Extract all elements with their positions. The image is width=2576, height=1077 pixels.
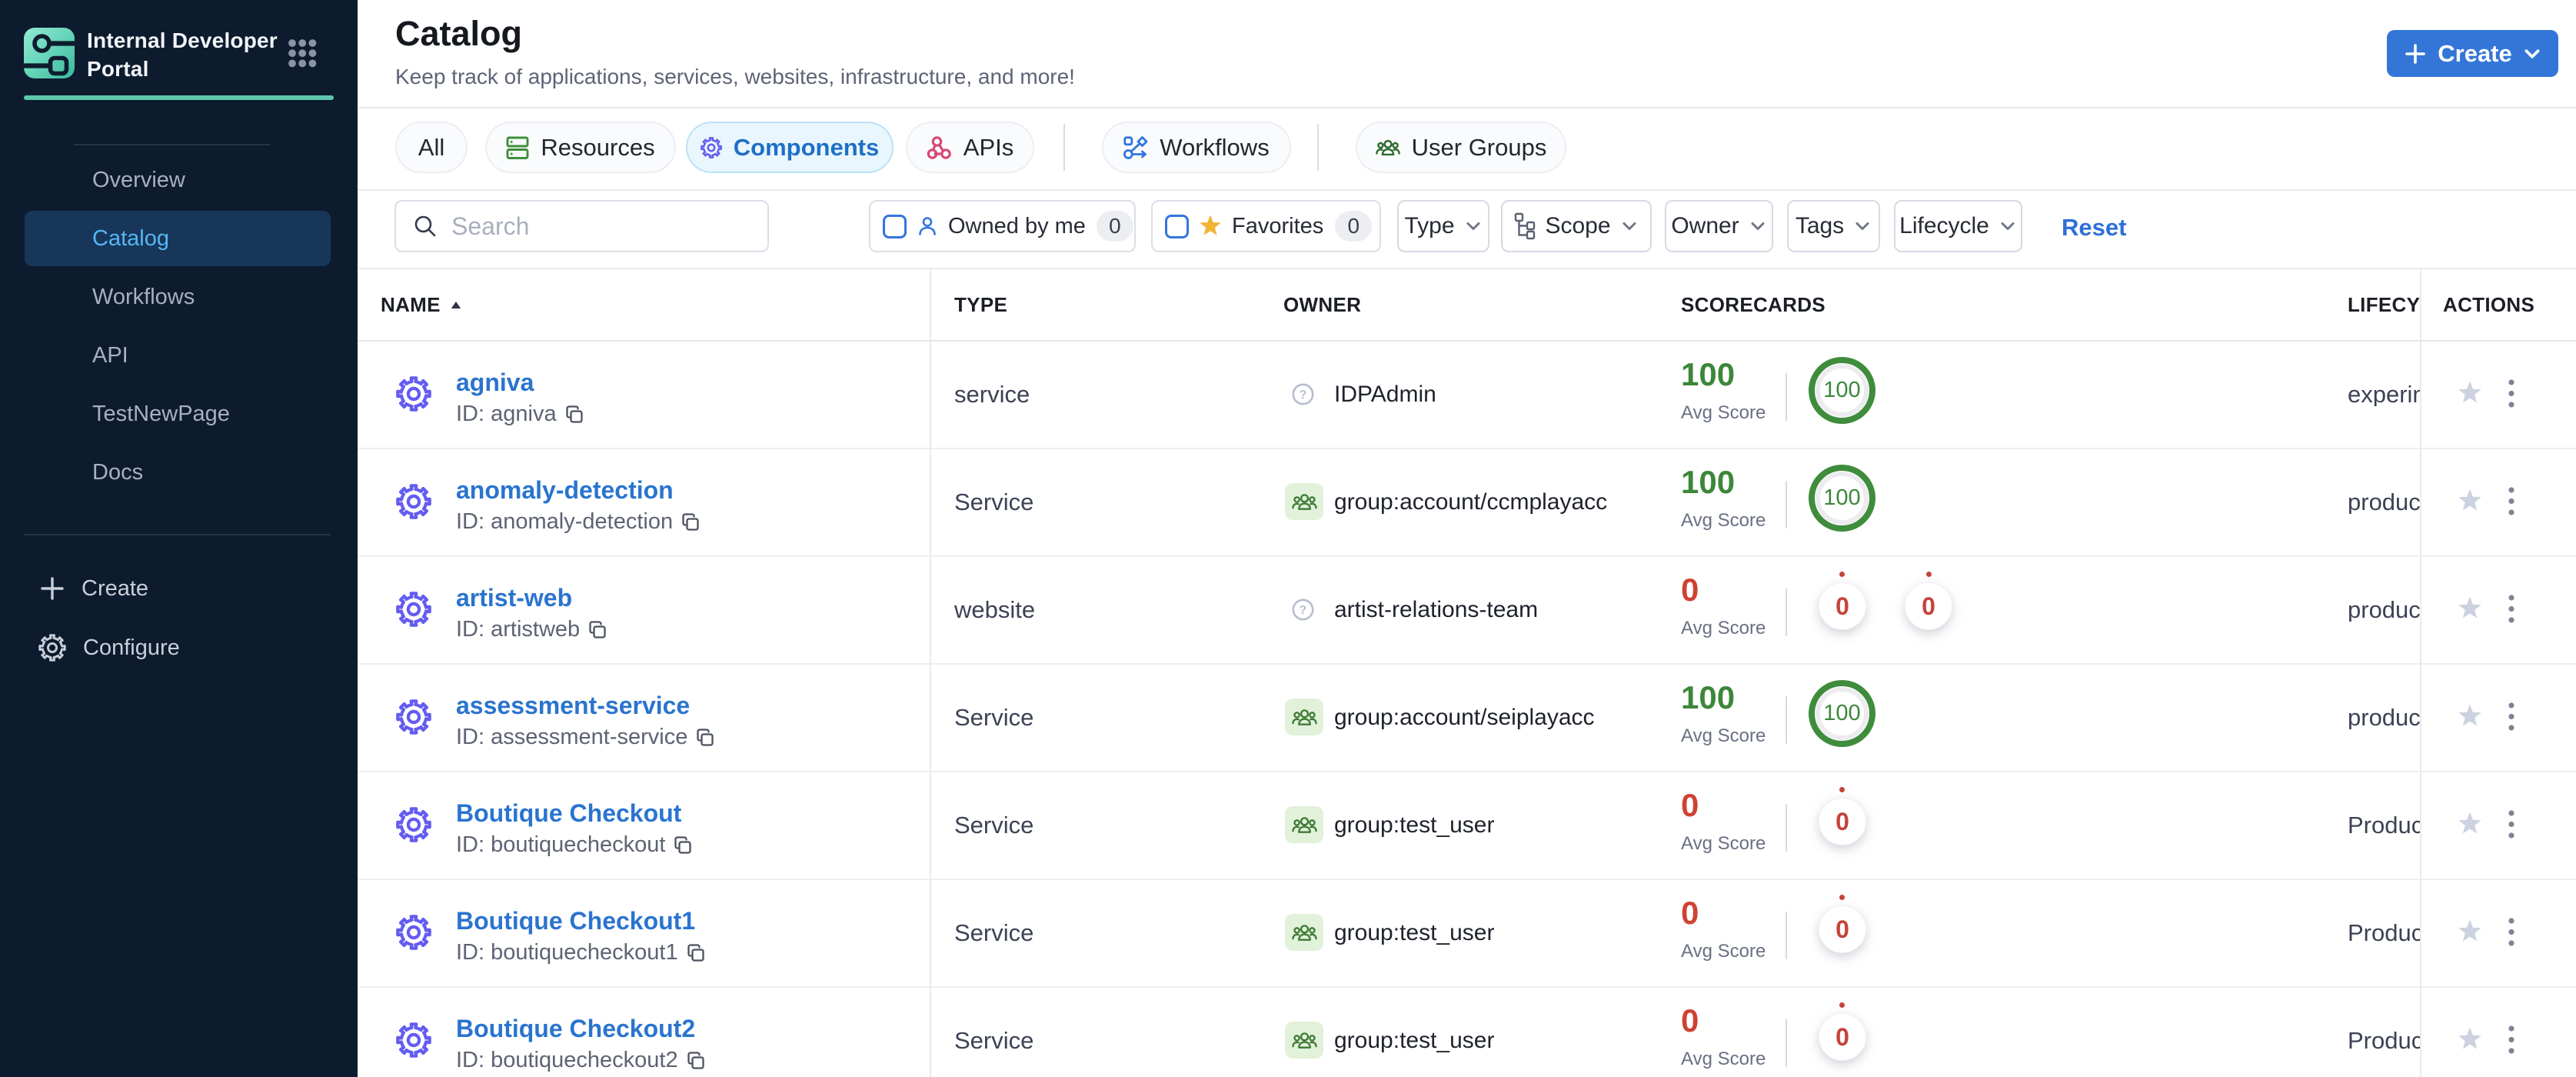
svg-text:?: ? — [1300, 388, 1306, 402]
svg-text:?: ? — [1300, 604, 1306, 617]
